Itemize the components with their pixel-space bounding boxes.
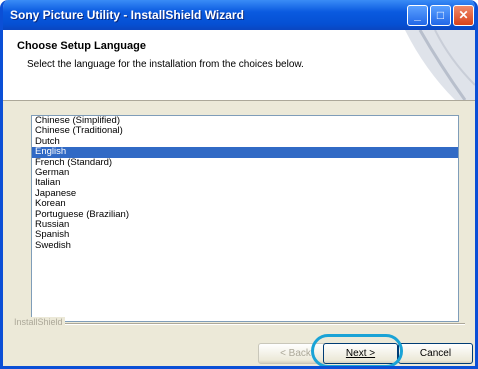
next-highlight-ring (311, 334, 403, 366)
language-option[interactable]: Russian (32, 219, 458, 230)
language-option[interactable]: Swedish (32, 240, 458, 251)
language-option[interactable]: English (32, 146, 458, 158)
group-divider (45, 323, 465, 325)
cancel-button-label: Cancel (419, 348, 452, 359)
page-title: Choose Setup Language (17, 40, 146, 52)
minimize-button[interactable]: _ (407, 5, 428, 26)
back-button-label: < Back (280, 348, 311, 359)
language-option[interactable]: Korean (32, 198, 458, 209)
wizard-graphic-icon (405, 30, 475, 100)
language-option[interactable]: Spanish (32, 229, 458, 240)
language-listbox[interactable]: Chinese (Simplified) Chinese (Traditional… (31, 115, 459, 322)
wizard-header: Choose Setup Language Select the languag… (3, 30, 475, 101)
language-option[interactable]: Chinese (Traditional) (32, 125, 458, 136)
language-option[interactable]: German (32, 167, 458, 178)
installer-window: Sony Picture Utility - InstallShield Wiz… (0, 0, 478, 369)
close-button[interactable]: ✕ (453, 5, 474, 26)
cancel-button[interactable]: Cancel (398, 343, 473, 364)
language-option[interactable]: Dutch (32, 136, 458, 147)
language-option[interactable]: Italian (32, 177, 458, 188)
language-option[interactable]: Japanese (32, 188, 458, 199)
title-bar[interactable]: Sony Picture Utility - InstallShield Wiz… (3, 0, 475, 30)
language-option[interactable]: French (Standard) (32, 157, 458, 168)
maximize-button[interactable]: □ (430, 5, 451, 26)
window-title: Sony Picture Utility - InstallShield Wiz… (10, 8, 244, 22)
installshield-label: InstallShield (12, 317, 65, 327)
page-subtitle: Select the language for the installation… (27, 59, 304, 70)
language-option[interactable]: Portuguese (Brazilian) (32, 209, 458, 220)
